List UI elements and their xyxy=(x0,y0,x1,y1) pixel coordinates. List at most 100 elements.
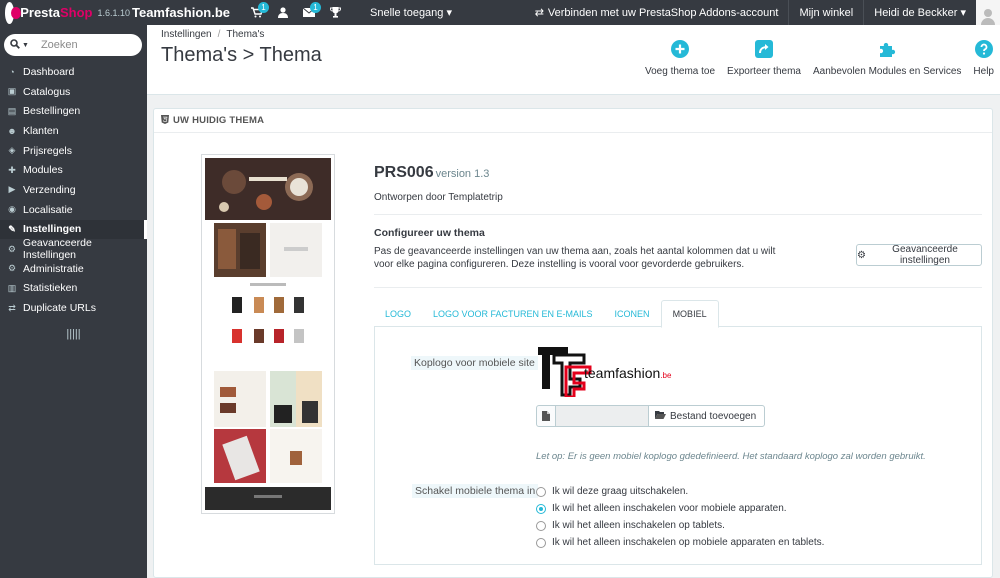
page-header: Instellingen / Thema's Thema's > Thema Voe… xyxy=(147,25,1000,95)
radio-option[interactable]: Ik wil het alleen inschakelen op mobiele… xyxy=(536,534,824,551)
sidebar-item-label: Instellingen xyxy=(23,223,82,236)
mail-badge: 1 xyxy=(310,2,322,13)
sidebar-item-label: Klanten xyxy=(23,124,59,137)
chevron-down-icon[interactable]: ▼ xyxy=(22,42,29,49)
radio-button[interactable] xyxy=(536,486,546,497)
gear-icon: ⚙ xyxy=(857,249,866,261)
quick-access-menu[interactable]: Snelle toegang ▾ xyxy=(370,6,452,19)
radio-button[interactable] xyxy=(536,537,546,548)
sidebar-item-label: Modules xyxy=(23,164,63,177)
customer-notifications[interactable] xyxy=(270,0,296,25)
prestashop-logo[interactable]: PrestaShop 1.6.1.10 xyxy=(0,1,130,24)
sidebar-item-modules[interactable]: ✚ Modules xyxy=(0,160,147,180)
sidebar-item-administratie[interactable]: ⚙ Administratie xyxy=(0,259,147,279)
page-toolbar: Voeg thema toe Exporteer thema Aanbevole… xyxy=(633,39,994,77)
export-theme-button[interactable]: Exporteer thema xyxy=(727,39,801,77)
sidebar-nav: ◔ Dashboard ▣ Catalogus ▤ Bestellingen ☻ Klante… xyxy=(0,62,147,318)
cart-notifications[interactable]: 1 xyxy=(244,0,270,25)
tab-logo[interactable]: LOGO xyxy=(374,300,422,327)
sidebar-item-label: Verzending xyxy=(23,183,76,196)
advanced-settings-icon: ⚙ xyxy=(7,243,16,254)
catalog-icon: ▣ xyxy=(7,86,17,97)
addons-connect-link[interactable]: ⇄ Verbinden met uw PrestaShop Addons-acco… xyxy=(525,6,789,20)
stats-icon: ▥ xyxy=(7,282,17,293)
theme-author: Ontworpen door Templatetrip xyxy=(374,192,503,203)
settings-icon: ✎ xyxy=(8,223,16,234)
sidebar-item-klanten[interactable]: ☻ Klanten xyxy=(0,121,147,141)
sidebar-item-statistieken[interactable]: ▥ Statistieken xyxy=(0,279,147,299)
tab-invoice-logo[interactable]: LOGO VOOR FACTUREN EN E-MAILS xyxy=(422,300,604,327)
administration-icon: ⚙ xyxy=(7,263,17,274)
sidebar-item-bestellingen[interactable]: ▤ Bestellingen xyxy=(0,101,147,121)
mobile-logo-upload: Bestand toevoegen xyxy=(536,405,766,427)
sidebar-item-label: Catalogus xyxy=(23,85,71,98)
breadcrumb-item[interactable]: Instellingen xyxy=(161,29,212,40)
radio-option[interactable]: Ik wil deze graag uitschakelen. xyxy=(536,483,824,500)
sidebar-item-verzending[interactable]: ▶ Verzending xyxy=(0,180,147,200)
mobile-tab-pane: Koplogo voor mobiele site teamfashion.be… xyxy=(374,327,982,565)
sidebar-item-label: Administratie xyxy=(23,262,84,275)
trophy-icon xyxy=(329,7,341,18)
file-name-field[interactable] xyxy=(556,405,648,427)
puzzle-icon xyxy=(877,39,897,59)
avatar-silhouette-icon xyxy=(981,7,995,25)
sidebar-item-geavanceerde-instellingen[interactable]: ⚙ Geavanceerde Instellingen xyxy=(0,237,147,261)
mobile-logo-image: teamfashion.be xyxy=(536,341,686,399)
collapse-menu-icon[interactable]: ||||| xyxy=(0,328,147,340)
version-label: 1.6.1.10 xyxy=(97,7,130,18)
prestashop-bird-icon xyxy=(5,1,22,24)
radio-option[interactable]: Ik wil het alleen inschakelen op tablets… xyxy=(536,517,824,534)
mobile-theme-options: Ik wil deze graag uitschakelen. Ik wil h… xyxy=(536,483,824,551)
divider xyxy=(374,287,982,288)
tab-icons[interactable]: ICONEN xyxy=(604,300,661,327)
divider xyxy=(374,214,982,215)
breadcrumb-item[interactable]: Thema's xyxy=(226,29,264,40)
tab-mobile[interactable]: MOBIEL xyxy=(660,300,719,328)
radio-option[interactable]: Ik wil het alleen inschakelen voor mobie… xyxy=(536,500,824,517)
page-title: Thema's > Thema xyxy=(161,44,322,66)
localization-icon: ◉ xyxy=(8,204,16,215)
shop-name[interactable]: Teamfashion.be xyxy=(132,5,230,20)
export-icon xyxy=(754,39,774,59)
configure-description: Pas de geavanceerde instellingen van uw … xyxy=(374,246,776,270)
cart-badge: 1 xyxy=(258,2,270,13)
trophy-notifications[interactable] xyxy=(322,0,348,25)
add-file-button[interactable]: Bestand toevoegen xyxy=(648,405,766,427)
sidebar-item-prijsregels[interactable]: ◈ Prijsregels xyxy=(0,141,147,161)
dashboard-icon: ◔ xyxy=(9,66,15,77)
avatar[interactable] xyxy=(976,0,1000,25)
employee-menu[interactable]: Heidi de Beckker ▾ xyxy=(864,6,976,20)
search-icon[interactable] xyxy=(10,38,20,52)
help-button[interactable]: Help xyxy=(973,39,994,77)
caret-down-icon: ▾ xyxy=(446,7,453,19)
my-shop-link[interactable]: Mijn winkel xyxy=(789,7,863,19)
breadcrumb: Instellingen / Thema's xyxy=(161,29,265,40)
radio-button[interactable] xyxy=(536,520,546,531)
duplicate-urls-icon: ⇄ xyxy=(8,302,16,313)
panel-heading: UW HUIDIG THEMA xyxy=(154,109,992,133)
search-input[interactable] xyxy=(40,39,131,51)
modules-icon: ✚ xyxy=(8,164,16,175)
orders-icon: ▤ xyxy=(7,105,17,116)
message-notifications[interactable]: 1 xyxy=(296,0,322,25)
advanced-settings-button[interactable]: ⚙ Geavanceerde instellingen xyxy=(856,244,982,266)
sidebar-item-label: Prijsregels xyxy=(23,144,73,157)
sidebar-item-catalogus[interactable]: ▣ Catalogus xyxy=(0,82,147,102)
top-bar: PrestaShop 1.6.1.10 Teamfashion.be 1 1 S… xyxy=(0,0,1000,25)
sidebar-item-label: Dashboard xyxy=(23,65,75,78)
sidebar-item-localisatie[interactable]: ◉ Localisatie xyxy=(0,200,147,220)
radio-button-selected[interactable] xyxy=(536,503,546,514)
current-theme-panel: UW HUIDIG THEMA PRS006 version 1.3 Ontwo… xyxy=(153,108,993,578)
sidebar-item-dashboard[interactable]: ◔ Dashboard xyxy=(0,62,147,82)
add-theme-button[interactable]: Voeg thema toe xyxy=(645,39,715,77)
theme-tabs: LOGO LOGO VOOR FACTUREN EN E-MAILS ICONE… xyxy=(374,300,982,328)
link-icon: ⇄ xyxy=(534,7,544,19)
sidebar-item-label: Bestellingen xyxy=(23,105,81,118)
mobile-logo-note: Let op: Er is geen mobiel koplogo gdedef… xyxy=(536,451,926,462)
recommended-modules-button[interactable]: Aanbevolen Modules en Services xyxy=(813,39,961,77)
configure-title: Configureer uw thema xyxy=(374,227,485,239)
mobile-theme-label: Schakel mobiele thema in xyxy=(412,484,539,498)
sidebar-item-duplicate-urls[interactable]: ⇄ Duplicate URLs xyxy=(0,298,147,318)
add-circle-icon xyxy=(670,39,690,59)
help-icon xyxy=(974,39,994,59)
